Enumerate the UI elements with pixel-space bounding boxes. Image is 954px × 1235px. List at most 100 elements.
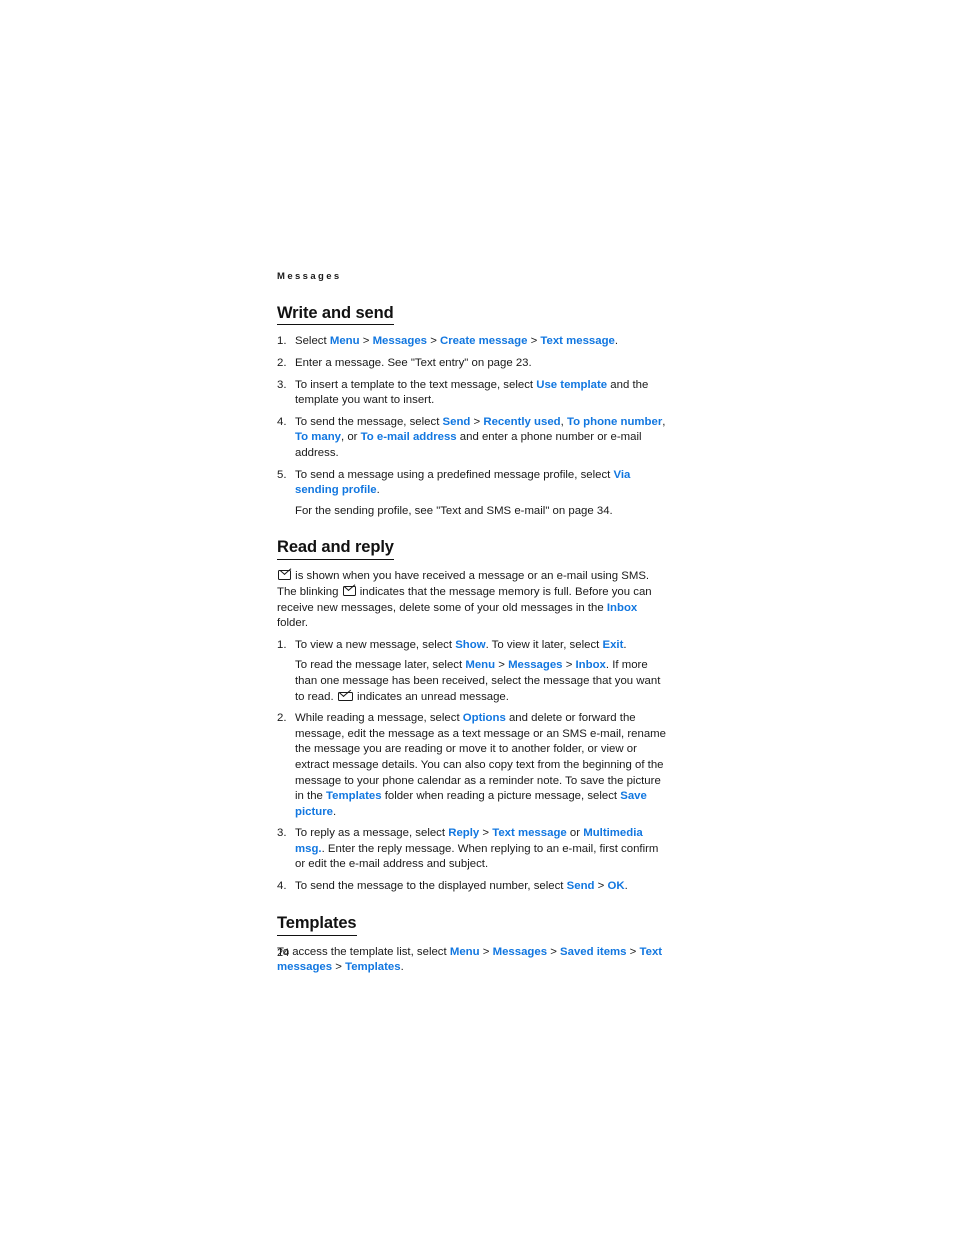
separator: > (562, 659, 576, 672)
link-send[interactable]: Send (567, 880, 595, 892)
envelope-icon (342, 585, 356, 596)
text-fragment: While reading a message, select (295, 712, 463, 725)
list-number: 1. (277, 335, 287, 348)
step-text: To view a new message, select Show. To v… (295, 638, 669, 654)
text-fragment: . (400, 961, 404, 974)
text-fragment: and delete or forward the message, edit … (295, 712, 667, 803)
text-fragment: . (623, 638, 627, 651)
list-item: 1. To view a new message, select Show. T… (277, 638, 669, 705)
step-continuation: To read the message later, select Menu >… (295, 658, 669, 705)
text-fragment: To view a new message, select (295, 638, 456, 651)
text-fragment: Select (295, 335, 330, 348)
step-text: To send the message to the displayed num… (295, 879, 669, 895)
text-fragment: To access the template list, select (277, 945, 450, 958)
text-fragment: . Enter the reply message. When replying… (295, 842, 659, 871)
separator: > (479, 827, 493, 840)
heading-read-and-reply: Read and reply (277, 538, 394, 561)
link-templates[interactable]: Templates (345, 961, 401, 973)
step-continuation: For the sending profile, see "Text and S… (295, 504, 613, 517)
separator: > (332, 961, 346, 974)
link-messages[interactable]: Messages (373, 335, 427, 347)
section-read-and-reply: Read and reply (277, 538, 669, 569)
text-fragment: . (624, 880, 628, 893)
list-number: 4. (277, 415, 287, 428)
link-inbox[interactable]: Inbox (607, 602, 637, 614)
link-templates[interactable]: Templates (326, 790, 382, 802)
text-fragment: To send the message to the displayed num… (295, 880, 567, 893)
separator: > (470, 415, 484, 428)
text-fragment: or (566, 827, 584, 840)
text-fragment: . (376, 484, 380, 497)
text-fragment: folder when reading a picture message, s… (381, 790, 621, 803)
text-fragment: indicates an unread message. (353, 690, 509, 703)
separator: > (547, 945, 561, 958)
list-item: 4. To send the message to the displayed … (277, 879, 669, 895)
link-create-message[interactable]: Create message (440, 335, 527, 347)
separator: , (662, 415, 666, 428)
heading-write-and-send: Write and send (277, 304, 394, 326)
link-menu[interactable]: Menu (450, 946, 480, 958)
list-item: 4. To send the message, select Send > Re… (277, 415, 669, 462)
separator: > (594, 880, 608, 893)
envelope-unread-icon (337, 691, 353, 701)
link-recently-used[interactable]: Recently used (483, 416, 560, 428)
templates-body: To access the template list, select Menu… (277, 945, 669, 976)
link-messages[interactable]: Messages (508, 659, 562, 671)
separator: > (527, 335, 541, 348)
separator: > (479, 945, 493, 958)
running-header: Messages (277, 271, 342, 282)
step-text: To send the message, select Send > Recen… (295, 415, 669, 462)
read-and-reply-intro: is shown when you have received a messag… (277, 569, 669, 631)
step-text: Enter a message. See "Text entry" on pag… (295, 357, 532, 370)
list-item: 5. To send a message using a predefined … (277, 468, 669, 520)
section-templates: Templates (277, 914, 669, 945)
link-menu[interactable]: Menu (465, 659, 495, 671)
step-text: To reply as a message, select Reply > Te… (295, 826, 669, 873)
link-to-phone-number[interactable]: To phone number (567, 416, 662, 428)
link-show[interactable]: Show (455, 639, 485, 651)
steps-read-and-reply: 1. To view a new message, select Show. T… (277, 638, 669, 895)
separator: > (359, 335, 373, 348)
text-fragment: To send the message, select (295, 415, 443, 428)
text-fragment: folder. (277, 617, 309, 630)
separator: > (495, 659, 509, 672)
list-number: 2. (277, 357, 287, 370)
text-fragment: . (332, 805, 337, 818)
link-inbox[interactable]: Inbox (576, 659, 606, 671)
envelope-icon (278, 570, 291, 581)
text-fragment: . To view it later, select (485, 638, 603, 651)
document-page: Messages Write and send 1. Select Menu >… (0, 0, 954, 1235)
step-text: Select Menu > Messages > Create message … (295, 334, 669, 350)
link-menu[interactable]: Menu (330, 335, 360, 347)
text-fragment: To reply as a message, select (295, 827, 449, 840)
list-item: 3. To insert a template to the text mess… (277, 378, 669, 409)
steps-write-and-send: 1. Select Menu > Messages > Create messa… (277, 334, 669, 519)
list-number: 4. (277, 880, 287, 893)
step-text: To insert a template to the text message… (295, 378, 669, 409)
link-reply[interactable]: Reply (448, 827, 479, 839)
link-use-template[interactable]: Use template (536, 379, 607, 391)
link-ok[interactable]: OK (607, 880, 624, 892)
separator: > (626, 945, 640, 958)
list-number: 3. (277, 827, 287, 840)
heading-templates: Templates (277, 914, 357, 936)
link-text-message[interactable]: Text message (540, 335, 615, 347)
section-write-and-send: Write and send (277, 304, 669, 335)
list-number: 3. (277, 378, 287, 391)
text-fragment: To read the message later, select (295, 659, 466, 672)
list-item: 2. While reading a message, select Optio… (277, 711, 669, 820)
link-saved-items[interactable]: Saved items (560, 946, 626, 958)
link-text-message[interactable]: Text message (492, 827, 567, 839)
text-fragment: To send a message using a predefined mes… (295, 468, 614, 481)
link-send[interactable]: Send (443, 416, 471, 428)
link-messages[interactable]: Messages (493, 946, 547, 958)
step-text: To send a message using a predefined mes… (295, 468, 669, 499)
link-to-many[interactable]: To many (295, 431, 341, 443)
link-options[interactable]: Options (463, 712, 506, 724)
list-number: 1. (277, 638, 287, 651)
link-exit[interactable]: Exit (602, 639, 623, 651)
text-fragment: To insert a template to the text message… (295, 378, 537, 391)
link-to-email-address[interactable]: To e-mail address (361, 431, 457, 443)
list-item: 2. Enter a message. See "Text entry" on … (277, 356, 669, 372)
list-item: 1. Select Menu > Messages > Create messa… (277, 334, 669, 350)
